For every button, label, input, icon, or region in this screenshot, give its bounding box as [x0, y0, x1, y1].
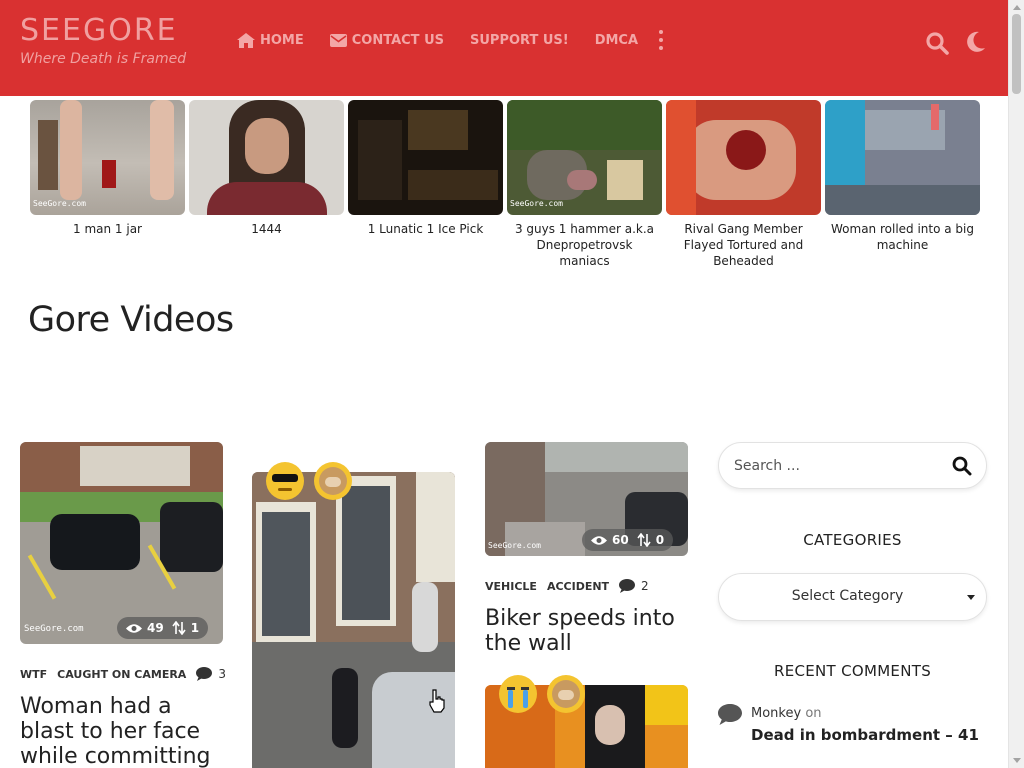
views-count: 49	[147, 621, 164, 635]
category-select-value: Select Category	[791, 588, 904, 604]
page-scrollbar[interactable]	[1008, 0, 1024, 768]
post-stats: 49 1	[117, 617, 209, 639]
post-watermark: SeeGore.com	[488, 541, 541, 550]
eye-icon	[126, 623, 142, 633]
share-arrows-icon	[172, 621, 186, 635]
comment-icon	[619, 579, 636, 593]
featured-thumbnail[interactable]	[348, 100, 503, 215]
page-title: Gore Videos	[28, 300, 234, 340]
cat-emoji[interactable]	[547, 675, 585, 713]
shares-count: 1	[190, 621, 200, 635]
featured-thumbnail[interactable]	[666, 100, 821, 215]
comment-count[interactable]: 3	[196, 667, 226, 681]
eye-icon	[591, 535, 607, 545]
nav-home-label: HOME	[260, 32, 304, 48]
nav-dmca-label: DMCA	[594, 32, 639, 48]
main-nav: HOME CONTACT US SUPPORT US! DMCA	[237, 30, 666, 50]
site-logo[interactable]: SEEGORE Where Death is Framed	[20, 14, 187, 68]
comment-icon	[718, 704, 742, 725]
crying-face-emoji[interactable]	[499, 675, 537, 713]
header-search-button[interactable]	[925, 31, 949, 59]
featured-thumbnail[interactable]: SeeGore.com	[30, 100, 185, 215]
featured-item[interactable]: 1444	[189, 100, 344, 269]
comment-author-name[interactable]: Monkey	[751, 706, 801, 721]
nav-support-label: SUPPORT US!	[470, 32, 569, 48]
comment-author: Monkey on	[751, 706, 822, 721]
featured-thumbnail[interactable]	[825, 100, 980, 215]
sidebar-search[interactable]	[718, 442, 987, 489]
chevron-down-icon	[967, 595, 975, 600]
post-thumbnail[interactable]	[252, 472, 455, 768]
nav-item-home[interactable]: HOME	[237, 32, 304, 48]
cool-face-emoji[interactable]	[266, 462, 304, 500]
search-icon	[952, 456, 972, 476]
category-select[interactable]: Select Category	[718, 573, 987, 621]
scroll-down-arrow[interactable]	[1013, 758, 1021, 763]
search-submit-button[interactable]	[952, 456, 972, 480]
featured-item[interactable]: SeeGore.com 1 man 1 jar	[30, 100, 185, 269]
scroll-up-arrow[interactable]	[1013, 5, 1021, 10]
post-meta: VEHICLE ACCIDENT 2	[485, 579, 649, 593]
search-input[interactable]	[734, 456, 934, 476]
post-title[interactable]: Woman had a blast to her face while comm…	[20, 694, 230, 768]
featured-item[interactable]: SeeGore.com 3 guys 1 hammer a.k.a Dnepro…	[507, 100, 662, 269]
moon-icon	[967, 31, 985, 52]
featured-caption[interactable]: 1 Lunatic 1 Ice Pick	[348, 221, 503, 237]
theme-toggle-button[interactable]	[963, 30, 987, 58]
nav-item-dmca[interactable]: DMCA	[595, 33, 638, 48]
categories-heading: CATEGORIES	[803, 531, 902, 549]
featured-caption[interactable]: Woman rolled into a big machine	[825, 221, 980, 253]
envelope-icon	[329, 33, 347, 47]
featured-strip: SeeGore.com 1 man 1 jar 1444 1 Lunatic 1…	[30, 100, 984, 269]
featured-thumbnail[interactable]: SeeGore.com	[507, 100, 662, 215]
featured-caption[interactable]: Rival Gang Member Flayed Tortured and Be…	[666, 221, 821, 269]
comment-post-link[interactable]: Dead in bombardment – 41	[751, 726, 979, 744]
featured-watermark: SeeGore.com	[510, 199, 563, 208]
site-header: SEEGORE Where Death is Framed HOME CONTA…	[0, 0, 1008, 96]
featured-item[interactable]: Woman rolled into a big machine	[825, 100, 980, 269]
post-thumbnail[interactable]: SeeGore.com 49 1	[20, 442, 223, 644]
featured-watermark: SeeGore.com	[33, 199, 86, 208]
search-icon	[926, 32, 949, 55]
category-link[interactable]: VEHICLE	[485, 580, 537, 593]
header-torn-edge	[0, 84, 1008, 96]
nav-item-contact[interactable]: CONTACT US	[329, 32, 444, 48]
featured-thumbnail[interactable]	[189, 100, 344, 215]
site-title[interactable]: SEEGORE	[20, 14, 186, 48]
category-link[interactable]: WTF	[20, 668, 47, 681]
site-tagline: Where Death is Framed	[20, 51, 187, 67]
featured-item[interactable]: Rival Gang Member Flayed Tortured and Be…	[666, 100, 821, 269]
views-count: 60	[612, 533, 629, 547]
comment-icon	[196, 667, 213, 681]
post-meta: WTF CAUGHT ON CAMERA 3	[20, 667, 226, 681]
featured-item[interactable]: 1 Lunatic 1 Ice Pick	[348, 100, 503, 269]
category-link[interactable]: CAUGHT ON CAMERA	[57, 668, 186, 681]
recent-comments-heading: RECENT COMMENTS	[773, 662, 932, 680]
post-watermark: SeeGore.com	[24, 624, 84, 634]
scroll-thumb[interactable]	[1012, 14, 1021, 94]
featured-caption[interactable]: 1444	[189, 221, 344, 237]
hand-cursor-icon	[429, 689, 445, 713]
shares-count: 0	[655, 533, 665, 547]
comment-on-label: on	[805, 706, 822, 721]
more-vertical-icon[interactable]	[656, 30, 666, 50]
nav-item-support[interactable]: SUPPORT US!	[470, 33, 569, 48]
nav-contact-label: CONTACT US	[351, 32, 444, 48]
comment-count[interactable]: 2	[619, 579, 649, 593]
home-icon	[237, 32, 255, 48]
post-stats: 60 0	[582, 529, 674, 551]
featured-caption[interactable]: 1 man 1 jar	[30, 221, 185, 237]
category-link[interactable]: ACCIDENT	[547, 580, 609, 593]
cat-emoji[interactable]	[314, 462, 352, 500]
post-title[interactable]: Biker speeds into the wall	[485, 606, 695, 656]
post-thumbnail[interactable]: SeeGore.com 60 0	[485, 442, 688, 556]
share-arrows-icon	[637, 533, 651, 547]
featured-caption[interactable]: 3 guys 1 hammer a.k.a Dnepropetrovsk man…	[507, 221, 662, 269]
